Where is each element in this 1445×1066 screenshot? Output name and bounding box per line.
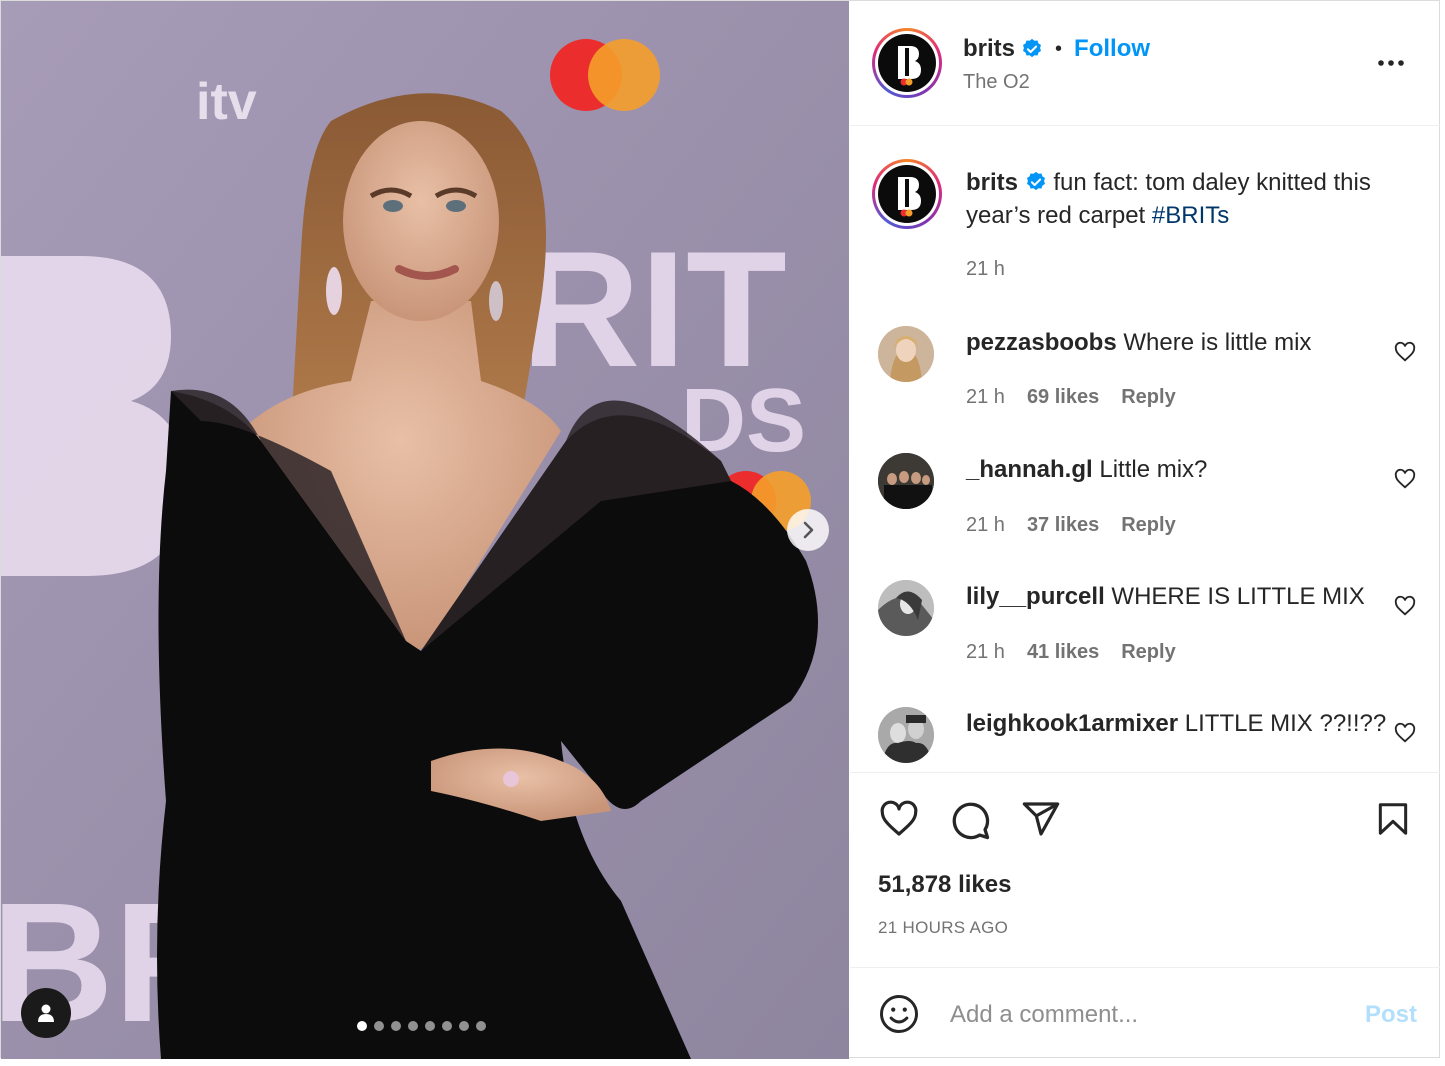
carousel-dot <box>476 1021 486 1031</box>
reply-button[interactable]: Reply <box>1121 386 1175 409</box>
comment: lily__purcell WHERE IS LITTLE MIX <box>966 583 1365 611</box>
post-header: brits • Follow The O2 <box>850 1 1440 126</box>
comment-username[interactable]: _hannah.gl <box>966 456 1093 483</box>
post-actions: 51,878 likes 21 HOURS AGO <box>850 772 1440 968</box>
commenter-avatar[interactable] <box>878 453 934 509</box>
tagged-users-button[interactable] <box>21 988 71 1038</box>
heart-icon[interactable] <box>1394 595 1416 617</box>
heart-icon[interactable] <box>878 799 920 839</box>
comment-username[interactable]: pezzasboobs <box>966 329 1117 356</box>
emoji-icon[interactable] <box>878 993 920 1035</box>
comment-time[interactable]: 21 h <box>966 386 1005 409</box>
comment-likes[interactable]: 41 likes <box>1027 641 1099 664</box>
commenter-avatar[interactable] <box>878 707 934 763</box>
comment-icon[interactable] <box>949 799 991 841</box>
caption-author-avatar[interactable] <box>872 159 942 229</box>
author-avatar[interactable] <box>872 28 942 98</box>
comment-body: LITTLE MIX ??!!?? <box>1184 710 1387 737</box>
carousel-indicator <box>357 1021 486 1031</box>
user-tag-icon <box>38 1004 54 1022</box>
post-modal: RIT DS BR itv brits • Follow The O2 brit… <box>0 0 1440 1059</box>
follow-button[interactable]: Follow <box>1074 35 1150 63</box>
post-timestamp: 21 HOURS AGO <box>878 918 1009 937</box>
commenter-avatar[interactable] <box>878 580 934 636</box>
bookmark-icon[interactable] <box>1374 799 1412 839</box>
comment-body: Where is little mix <box>1123 329 1312 356</box>
comments-list[interactable]: brits fun fact: tom daley knitted this y… <box>850 126 1440 772</box>
heart-icon[interactable] <box>1394 722 1416 744</box>
comment: leighkook1armixer LITTLE MIX ??!!?? <box>966 710 1386 738</box>
verified-badge-icon <box>1026 171 1045 191</box>
comment-likes[interactable]: 69 likes <box>1027 386 1099 409</box>
header-separator: • <box>1055 37 1063 60</box>
comment-time[interactable]: 21 h <box>966 641 1005 664</box>
carousel-dot <box>391 1021 401 1031</box>
comment-username[interactable]: leighkook1armixer <box>966 710 1178 737</box>
carousel-dot <box>374 1021 384 1031</box>
comment-username[interactable]: lily__purcell <box>966 583 1105 610</box>
comment: _hannah.gl Little mix? <box>966 456 1207 484</box>
avatar-photo <box>878 707 934 763</box>
caption-hashtag[interactable]: #BRITs <box>1152 202 1229 229</box>
comment-body: Little mix? <box>1099 456 1208 483</box>
share-icon[interactable] <box>1020 799 1062 839</box>
add-comment-bar: Post <box>850 967 1440 1059</box>
carousel-dot <box>442 1021 452 1031</box>
caption-username[interactable]: brits <box>966 169 1018 196</box>
heart-icon[interactable] <box>1394 468 1416 490</box>
comment-meta: 21 h 41 likes Reply <box>966 641 1176 664</box>
post-comment-button[interactable]: Post <box>1365 1001 1417 1029</box>
comment-meta: 21 h 69 likes Reply <box>966 386 1176 409</box>
avatar-photo <box>878 580 934 636</box>
comment-body: WHERE IS LITTLE MIX <box>1111 583 1365 610</box>
carousel-dot <box>408 1021 418 1031</box>
reply-button[interactable]: Reply <box>1121 514 1175 537</box>
post-details-panel: brits • Follow The O2 brits fun fact: to… <box>850 1 1440 1059</box>
post-photo: RIT DS BR itv <box>1 1 849 1059</box>
heart-icon[interactable] <box>1394 341 1416 363</box>
reply-button[interactable]: Reply <box>1121 641 1175 664</box>
carousel-next-button[interactable] <box>787 509 829 551</box>
comment-likes[interactable]: 37 likes <box>1027 514 1099 537</box>
svg-text:itv: itv <box>196 73 257 131</box>
comment-meta: 21 h 37 likes Reply <box>966 514 1176 537</box>
like-count[interactable]: 51,878 likes <box>878 871 1011 899</box>
carousel-dot <box>357 1021 367 1031</box>
chevron-right-icon <box>803 521 814 539</box>
caption-timestamp[interactable]: 21 h <box>966 258 1005 281</box>
more-options-icon[interactable] <box>1376 49 1406 77</box>
verified-badge-icon <box>1023 38 1041 58</box>
avatar-photo <box>878 453 934 509</box>
carousel-dot <box>459 1021 469 1031</box>
brits-logo <box>898 46 921 86</box>
brits-logo <box>898 177 921 217</box>
comment-input[interactable] <box>948 995 1352 1035</box>
carousel-dot <box>425 1021 435 1031</box>
comment: pezzasboobs Where is little mix <box>966 329 1311 357</box>
avatar-photo <box>878 326 934 382</box>
comment-time[interactable]: 21 h <box>966 514 1005 537</box>
post-media[interactable]: RIT DS BR itv <box>1 1 849 1059</box>
author-username[interactable]: brits <box>963 35 1015 63</box>
commenter-avatar[interactable] <box>878 326 934 382</box>
post-location[interactable]: The O2 <box>963 71 1030 94</box>
post-caption: brits fun fact: tom daley knitted this y… <box>966 166 1406 232</box>
